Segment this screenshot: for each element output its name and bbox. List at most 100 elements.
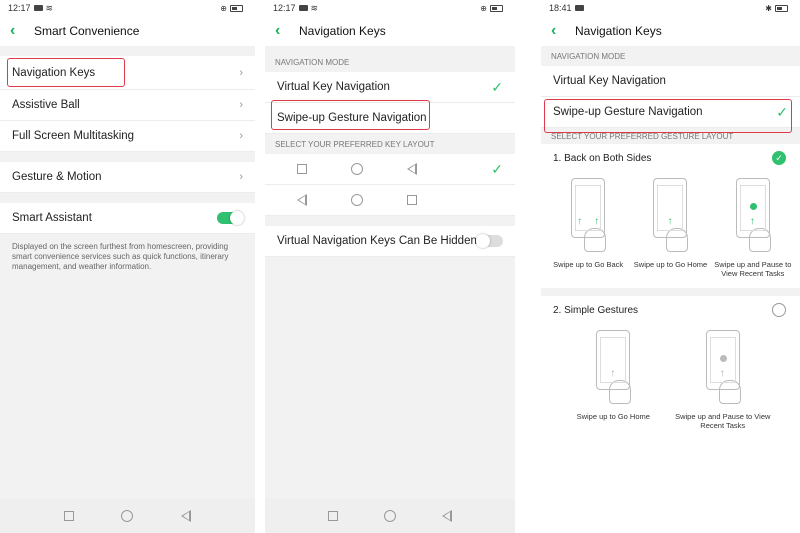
gesture-illustration: ↑ ↑ Swipe up to Go Back	[548, 172, 628, 288]
circle-key-icon	[351, 163, 363, 175]
page-title: Navigation Keys	[575, 24, 662, 38]
option-swipe-up-gesture[interactable]: Swipe-up Gesture Navigation	[265, 103, 515, 134]
chevron-right-icon: ›	[239, 66, 243, 79]
option-label: Swipe-up Gesture Navigation	[277, 112, 427, 124]
gesture-illustrations-2: ↑ Swipe up to Go Home ↑ Swipe up and Pau…	[541, 324, 800, 440]
menu-item-assistive-ball[interactable]: Assistive Ball ›	[0, 90, 255, 121]
gesture-illustrations-1: ↑ ↑ Swipe up to Go Back ↑ Swipe up to Go …	[541, 172, 800, 288]
arrow-up-icon: ↑	[594, 216, 600, 227]
option-swipe-up-gesture[interactable]: Swipe-up Gesture Navigation ✓	[541, 97, 800, 128]
page-header: ‹ Navigation Keys	[541, 16, 800, 46]
back-icon[interactable]: ‹	[10, 22, 26, 40]
section-header: SELECT YOUR PREFERRED GESTURE LAYOUT	[541, 128, 800, 144]
back-icon[interactable]: ‹	[551, 22, 567, 40]
checkmark-icon: ✓	[491, 160, 503, 177]
option-label: Virtual Key Navigation	[553, 75, 666, 87]
page-header: ‹ Navigation Keys	[265, 16, 515, 46]
menu-item-label: Full Screen Multitasking	[12, 130, 135, 142]
checkmark-icon: ✓	[776, 103, 788, 120]
checkmark-icon: ✓	[491, 78, 503, 95]
chevron-right-icon: ›	[239, 171, 243, 183]
section-header: SELECT YOUR PREFERRED KEY LAYOUT	[265, 134, 515, 154]
spacer	[541, 288, 800, 296]
key-layout-option-1[interactable]: ✓	[265, 154, 515, 185]
system-nav-bar	[0, 499, 255, 533]
clock: 18:41	[549, 3, 572, 13]
option-label: Virtual Navigation Keys Can Be Hidden	[277, 235, 477, 247]
option-label: 2. Simple Gestures	[553, 304, 639, 316]
selected-check-icon[interactable]: ✓	[772, 151, 786, 165]
option-hide-keys: Virtual Navigation Keys Can Be Hidden	[265, 226, 515, 257]
signal-icon: ⊕	[220, 3, 227, 13]
gesture-caption: Swipe up to Go Back	[553, 260, 624, 269]
camera-icon	[33, 5, 43, 11]
chevron-right-icon: ›	[239, 130, 243, 142]
gesture-option-2[interactable]: 2. Simple Gestures	[541, 296, 800, 324]
section-header: NAVIGATION MODE	[265, 52, 515, 72]
gesture-illustration: ↑ Swipe up and Pause to View Recent Task…	[713, 172, 793, 288]
phone-illustration-icon: ↑	[705, 330, 740, 390]
page-title: Navigation Keys	[299, 24, 386, 38]
gesture-illustration: ↑ Swipe up and Pause to View Recent Task…	[668, 324, 778, 440]
phone-illustration-icon: ↑	[735, 178, 770, 238]
spacer	[0, 193, 255, 203]
navigation-keys-screen: 12:17 ≋ ⊕ ‹ Navigation Keys NAVIGATION MO…	[265, 0, 515, 533]
camera-icon	[298, 5, 308, 11]
menu-item-label: Navigation Keys	[12, 66, 96, 79]
home-key-icon[interactable]	[384, 510, 396, 522]
key-layout-option-2[interactable]	[265, 185, 515, 216]
smart-convenience-screen: 12:17 ≋ ⊕ ‹ Smart Convenience Navigation …	[0, 0, 255, 533]
menu-item-navigation-keys[interactable]: Navigation Keys ›	[0, 56, 255, 90]
back-key-icon[interactable]	[181, 510, 192, 522]
option-label: Virtual Key Navigation	[277, 81, 390, 93]
phone-illustration-icon: ↑	[596, 330, 631, 390]
smart-assistant-toggle[interactable]	[217, 211, 244, 225]
menu-item-gesture-motion[interactable]: Gesture & Motion ›	[0, 162, 255, 193]
smart-assistant-description: Displayed on the screen furthest from ho…	[0, 234, 255, 280]
phone-illustration-icon: ↑	[653, 178, 688, 238]
back-icon[interactable]: ‹	[275, 22, 291, 40]
option-label: Swipe-up Gesture Navigation	[553, 106, 703, 118]
status-bar: 18:41 ✱	[541, 0, 800, 16]
gesture-caption: Swipe up and Pause to View Recent Tasks	[714, 260, 792, 278]
arrow-up-icon: ↑	[577, 216, 583, 227]
gesture-option-1[interactable]: 1. Back on Both Sides ✓	[541, 144, 800, 172]
menu-item-full-screen-multitasking[interactable]: Full Screen Multitasking ›	[0, 121, 255, 152]
option-virtual-key-navigation[interactable]: Virtual Key Navigation ✓	[265, 72, 515, 103]
home-key-icon[interactable]	[121, 510, 134, 522]
phone-illustration-icon: ↑ ↑	[571, 178, 606, 238]
arrow-up-icon: ↑	[610, 368, 616, 379]
recents-key-icon[interactable]	[63, 511, 74, 521]
radio-unselected-icon[interactable]	[772, 303, 786, 317]
menu-item-label: Smart Assistant	[12, 212, 92, 224]
square-key-icon	[297, 164, 307, 174]
status-bar: 12:17 ≋ ⊕	[265, 0, 515, 16]
back-key-icon[interactable]	[442, 510, 452, 522]
arrow-up-icon: ↑	[667, 216, 673, 227]
gesture-illustration: ↑ Swipe up to Go Home	[563, 324, 663, 440]
menu-item-smart-assistant: Smart Assistant	[0, 203, 255, 234]
spacer	[0, 152, 255, 162]
arrow-up-icon: ↑	[719, 368, 725, 379]
page-title: Smart Convenience	[34, 24, 140, 38]
gesture-caption: Swipe up to Go Home	[633, 260, 708, 269]
menu-item-label: Assistive Ball	[12, 99, 80, 111]
battery-icon	[490, 4, 503, 12]
gesture-layout-screen: 18:41 ✱ ‹ Navigation Keys NAVIGATION MOD…	[541, 0, 800, 533]
option-virtual-key-navigation[interactable]: Virtual Key Navigation	[541, 66, 800, 97]
menu-item-label: Gesture & Motion	[12, 171, 102, 183]
signal-icon: ⊕	[480, 3, 487, 13]
recents-key-icon[interactable]	[328, 511, 338, 521]
camera-icon	[574, 5, 584, 11]
triangle-key-icon	[297, 194, 307, 206]
section-header: NAVIGATION MODE	[541, 46, 800, 66]
triangle-key-icon	[407, 163, 417, 175]
wifi-icon: ≋	[45, 2, 54, 13]
bluetooth-icon: ✱	[765, 3, 772, 13]
gesture-caption: Swipe up and Pause to View Recent Tasks	[675, 412, 771, 430]
clock: 12:17	[273, 3, 296, 13]
hide-keys-toggle[interactable]	[476, 234, 503, 248]
chevron-right-icon: ›	[239, 99, 243, 111]
system-nav-bar	[265, 499, 515, 533]
pause-dot-icon	[749, 203, 757, 210]
